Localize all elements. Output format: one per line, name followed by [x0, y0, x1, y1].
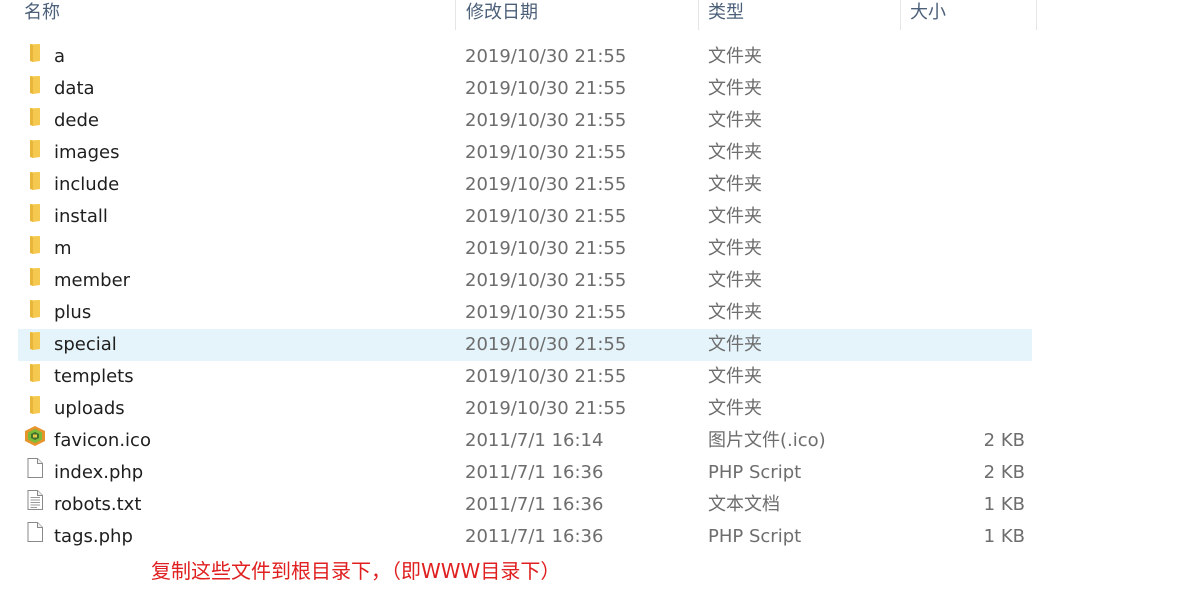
- folder-icon: [24, 233, 46, 255]
- file-row-selected[interactable]: special 2019/10/30 21:55 文件夹: [18, 329, 1032, 361]
- file-date: 2011/7/1 16:36: [465, 526, 604, 547]
- file-name: index.php: [54, 462, 144, 483]
- file-row[interactable]: install 2019/10/30 21:55 文件夹: [18, 201, 1032, 233]
- column-header-size[interactable]: 大小: [901, 0, 1037, 30]
- file-name: uploads: [54, 398, 125, 419]
- file-type: 文件夹: [708, 110, 762, 131]
- file-date: 2019/10/30 21:55: [465, 174, 627, 195]
- file-row[interactable]: include 2019/10/30 21:55 文件夹: [18, 169, 1032, 201]
- file-size: 2 KB: [983, 430, 1025, 451]
- file-date: 2019/10/30 21:55: [465, 110, 627, 131]
- file-name: m: [54, 238, 72, 259]
- file-name: data: [54, 78, 95, 99]
- file-row[interactable]: images 2019/10/30 21:55 文件夹: [18, 137, 1032, 169]
- file-type: 文本文档: [708, 494, 780, 515]
- file-type: 文件夹: [708, 302, 762, 323]
- annotation-text: 复制这些文件到根目录下，（即WWW目录下）: [151, 559, 561, 583]
- file-type: PHP Script: [708, 462, 802, 483]
- file-date: 2019/10/30 21:55: [465, 206, 627, 227]
- file-type: 文件夹: [708, 142, 762, 163]
- file-name: include: [54, 174, 120, 195]
- folder-icon: [24, 73, 46, 95]
- file-type: 图片文件(.ico): [708, 430, 826, 451]
- file-type: PHP Script: [708, 526, 802, 547]
- column-header-name[interactable]: 名称: [17, 0, 456, 30]
- file-name: member: [54, 270, 131, 291]
- file-type: 文件夹: [708, 334, 762, 355]
- file-size: 1 KB: [983, 494, 1025, 515]
- file-date: 2019/10/30 21:55: [465, 142, 627, 163]
- blank-file-icon: [24, 457, 46, 479]
- file-row[interactable]: index.php 2011/7/1 16:36 PHP Script 2 KB: [18, 457, 1032, 489]
- file-date: 2019/10/30 21:55: [465, 398, 627, 419]
- file-row[interactable]: member 2019/10/30 21:55 文件夹: [18, 265, 1032, 297]
- column-header-bar: 名称 修改日期 类型 大小: [0, 0, 1040, 30]
- file-row[interactable]: tags.php 2011/7/1 16:36 PHP Script 1 KB: [18, 521, 1032, 553]
- blank-file-icon: [24, 521, 46, 543]
- file-row[interactable]: favicon.ico 2011/7/1 16:14 图片文件(.ico) 2 …: [18, 425, 1032, 457]
- file-date: 2019/10/30 21:55: [465, 366, 627, 387]
- file-name: robots.txt: [54, 494, 142, 515]
- file-name: favicon.ico: [54, 430, 151, 451]
- file-date: 2019/10/30 21:55: [465, 78, 627, 99]
- file-date: 2019/10/30 21:55: [465, 238, 627, 259]
- column-header-date[interactable]: 修改日期: [456, 0, 699, 30]
- file-type: 文件夹: [708, 174, 762, 195]
- file-date: 2011/7/1 16:36: [465, 462, 604, 483]
- file-type: 文件夹: [708, 398, 762, 419]
- folder-icon: [24, 137, 46, 159]
- file-date: 2019/10/30 21:55: [465, 302, 627, 323]
- file-type: 文件夹: [708, 46, 762, 67]
- file-name: install: [54, 206, 108, 227]
- file-row[interactable]: plus 2019/10/30 21:55 文件夹: [18, 297, 1032, 329]
- file-type: 文件夹: [708, 270, 762, 291]
- file-row[interactable]: templets 2019/10/30 21:55 文件夹: [18, 361, 1032, 393]
- file-date: 2019/10/30 21:55: [465, 270, 627, 291]
- file-row[interactable]: data 2019/10/30 21:55 文件夹: [18, 73, 1032, 105]
- file-date: 2019/10/30 21:55: [465, 46, 627, 67]
- folder-icon: [24, 361, 46, 383]
- image-file-icon: [24, 425, 46, 447]
- file-type: 文件夹: [708, 78, 762, 99]
- file-size: 2 KB: [983, 462, 1025, 483]
- folder-icon: [24, 41, 46, 63]
- file-name: images: [54, 142, 120, 163]
- file-date: 2019/10/30 21:55: [465, 334, 627, 355]
- folder-icon: [24, 393, 46, 415]
- file-name: dede: [54, 110, 99, 131]
- file-name: plus: [54, 302, 92, 323]
- file-name: templets: [54, 366, 134, 387]
- file-row[interactable]: m 2019/10/30 21:55 文件夹: [18, 233, 1032, 265]
- file-date: 2011/7/1 16:14: [465, 430, 604, 451]
- folder-icon: [24, 297, 46, 319]
- file-type: 文件夹: [708, 238, 762, 259]
- file-name: special: [54, 334, 117, 355]
- file-row[interactable]: a 2019/10/30 21:55 文件夹: [18, 41, 1032, 73]
- file-list: a 2019/10/30 21:55 文件夹 data 2019/10/30 2…: [18, 41, 1032, 553]
- folder-icon: [24, 169, 46, 191]
- file-row[interactable]: dede 2019/10/30 21:55 文件夹: [18, 105, 1032, 137]
- file-name: tags.php: [54, 526, 133, 547]
- folder-icon: [24, 329, 46, 351]
- folder-icon: [24, 201, 46, 223]
- column-header-type[interactable]: 类型: [699, 0, 901, 30]
- file-date: 2011/7/1 16:36: [465, 494, 604, 515]
- folder-icon: [24, 105, 46, 127]
- file-type: 文件夹: [708, 206, 762, 227]
- file-row[interactable]: uploads 2019/10/30 21:55 文件夹: [18, 393, 1032, 425]
- folder-icon: [24, 265, 46, 287]
- file-type: 文件夹: [708, 366, 762, 387]
- file-row[interactable]: robots.txt 2011/7/1 16:36 文本文档 1 KB: [18, 489, 1032, 521]
- file-name: a: [54, 46, 66, 67]
- text-file-icon: [24, 489, 46, 511]
- file-size: 1 KB: [983, 526, 1025, 547]
